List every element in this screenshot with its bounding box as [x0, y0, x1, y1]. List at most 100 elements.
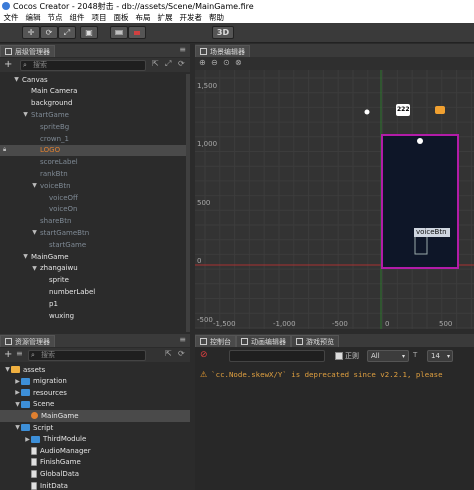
- asset-item[interactable]: ▼ Script: [0, 422, 190, 433]
- asset-label: ThirdModule: [43, 435, 87, 444]
- zoom-reset-icon[interactable]: ⊙: [223, 58, 230, 67]
- menu-help[interactable]: 帮助: [206, 12, 228, 23]
- menu-developer[interactable]: 开发者: [176, 12, 206, 23]
- menu-edit[interactable]: 编辑: [22, 12, 44, 23]
- add-node-icon[interactable]: +: [4, 59, 12, 70]
- sort-icon[interactable]: ≡: [16, 349, 23, 358]
- tab-console[interactable]: 控制台: [195, 335, 236, 347]
- view-option-icon[interactable]: ⊗: [235, 58, 242, 67]
- asset-item[interactable]: ▼ assets: [0, 364, 190, 375]
- tab-animation[interactable]: 动画编辑器: [236, 335, 291, 347]
- hierarchy-search-input[interactable]: ⌕ 搜索: [20, 59, 146, 71]
- expand-arrow-icon[interactable]: ▼: [31, 265, 38, 272]
- tab-scene[interactable]: 场景编辑器: [195, 45, 250, 57]
- hierarchy-node[interactable]: ▼ startGameBtn: [0, 227, 186, 238]
- hierarchy-node[interactable]: ▼ voiceBtn: [0, 180, 186, 191]
- expand-arrow-icon[interactable]: ▶: [14, 378, 21, 385]
- logo-sprite: [417, 138, 423, 144]
- hierarchy-node[interactable]: ▼ MainGame: [0, 251, 186, 262]
- expand-arrow-icon[interactable]: ▼: [14, 401, 21, 408]
- move-tool-button[interactable]: ✛: [22, 26, 40, 39]
- expand-arrow-icon[interactable]: ▼: [31, 229, 38, 236]
- rect-tool-button[interactable]: ▣: [80, 26, 98, 39]
- tab-game-preview[interactable]: 游戏预览: [291, 335, 339, 347]
- hierarchy-scrollbar[interactable]: [186, 74, 190, 332]
- rotate-tool-button[interactable]: ⟳: [40, 26, 58, 39]
- expand-arrow-icon[interactable]: ▼: [14, 424, 21, 431]
- menu-panel[interactable]: 面板: [110, 12, 132, 23]
- expand-arrow-icon[interactable]: ▼: [4, 366, 11, 373]
- zoom-in-icon[interactable]: ⊕: [199, 58, 206, 67]
- locate-icon[interactable]: ⤢: [165, 59, 171, 69]
- collapse-icon[interactable]: ⇱: [152, 59, 159, 68]
- assets-menu-icon[interactable]: ≡: [179, 335, 186, 344]
- tab-hierarchy[interactable]: 层级管理器: [0, 45, 55, 57]
- menu-layout[interactable]: 布局: [132, 12, 154, 23]
- menu-file[interactable]: 文件: [0, 12, 22, 23]
- panel-menu-icon[interactable]: ≡: [179, 45, 186, 54]
- hierarchy-node-label: voiceBtn: [40, 181, 71, 190]
- asset-item[interactable]: FinishGame: [0, 457, 190, 468]
- hierarchy-node[interactable]: rankBtn: [0, 168, 186, 179]
- hierarchy-node[interactable]: shareBtn: [0, 216, 186, 227]
- expand-arrow-icon[interactable]: ▼: [22, 253, 29, 260]
- asset-item[interactable]: MainGame: [0, 410, 190, 422]
- hierarchy-node[interactable]: numberLabel: [0, 286, 186, 297]
- asset-item[interactable]: ▼ Scene: [0, 399, 190, 410]
- 3d-mode-button[interactable]: 3D: [212, 26, 234, 39]
- hierarchy-node[interactable]: Main Camera: [0, 86, 186, 97]
- hierarchy-node-label: crown_1: [40, 134, 69, 143]
- asset-item[interactable]: AudioManager: [0, 445, 190, 456]
- menu-node[interactable]: 节点: [44, 12, 66, 23]
- asset-item[interactable]: GlobalData: [0, 468, 190, 479]
- scene-viewport[interactable]: 222 voiceBtn 1,500 1,000 500 0 -500 -1,5…: [195, 70, 474, 329]
- console-filter-input[interactable]: [229, 350, 325, 362]
- hierarchy-node[interactable]: startGame: [0, 239, 186, 250]
- expand-arrow-icon[interactable]: ▶: [24, 436, 31, 443]
- expand-arrow-icon[interactable]: ▼: [31, 182, 38, 189]
- regex-checkbox[interactable]: [335, 352, 343, 360]
- add-asset-icon[interactable]: +: [4, 349, 12, 360]
- menu-extension[interactable]: 扩展: [154, 12, 176, 23]
- hierarchy-node[interactable]: voiceOff: [0, 192, 186, 203]
- console-message-row[interactable]: ⚠ `cc.Node.skewX/Y` is deprecated since …: [195, 367, 474, 381]
- scale-tool-button[interactable]: ⤢: [58, 26, 76, 39]
- hierarchy-node[interactable]: background: [0, 98, 186, 109]
- log-level-select[interactable]: All ▾: [367, 350, 409, 362]
- hierarchy-node[interactable]: crown_1: [0, 133, 186, 144]
- hierarchy-node[interactable]: scoreLabel: [0, 157, 186, 168]
- hierarchy-node[interactable]: voiceOn: [0, 204, 186, 215]
- hierarchy-node[interactable]: sprite: [0, 275, 186, 286]
- font-size-select[interactable]: 14 ▾: [427, 350, 453, 362]
- hierarchy-node[interactable]: wuxing: [0, 310, 186, 321]
- lock-icon[interactable]: 🔒︎: [3, 146, 6, 154]
- hierarchy-node[interactable]: ▼ Canvas: [0, 74, 186, 85]
- cocos-app-icon: [2, 2, 10, 10]
- menu-component[interactable]: 组件: [66, 12, 88, 23]
- hierarchy-panel-header: 层级管理器 ≡: [0, 44, 190, 57]
- tab-assets[interactable]: 资源管理器: [0, 335, 55, 347]
- local-space-button[interactable]: [110, 26, 128, 39]
- zoom-out-icon[interactable]: ⊖: [211, 58, 218, 67]
- asset-item[interactable]: InitData: [0, 480, 190, 490]
- canvas-frame[interactable]: [381, 134, 459, 269]
- asset-item[interactable]: ▶ migration: [0, 376, 190, 387]
- assets-refresh-icon[interactable]: ⟳: [178, 349, 185, 358]
- hierarchy-node[interactable]: ▼ zhangaiwu: [0, 263, 186, 274]
- hierarchy-node[interactable]: 🔒︎ LOGO: [0, 144, 186, 156]
- asset-item[interactable]: ▶ resources: [0, 387, 190, 398]
- hierarchy-node[interactable]: spriteBg: [0, 121, 186, 132]
- clear-console-icon[interactable]: ⊘: [200, 350, 208, 360]
- pivot-button[interactable]: [128, 26, 146, 39]
- expand-arrow-icon[interactable]: ▶: [14, 389, 21, 396]
- hierarchy-node[interactable]: ▼ StartGame: [0, 109, 186, 120]
- assets-search-input[interactable]: ⌕ 搜索: [28, 349, 146, 361]
- expand-arrow-icon[interactable]: ▼: [13, 76, 20, 83]
- hierarchy-search-row: + ⌕ 搜索 ⇱ ⤢ ⟳: [0, 58, 190, 72]
- hierarchy-node[interactable]: p1: [0, 298, 186, 309]
- refresh-icon[interactable]: ⟳: [178, 59, 185, 68]
- menu-project[interactable]: 项目: [88, 12, 110, 23]
- asset-item[interactable]: ▶ ThirdModule: [0, 434, 190, 445]
- assets-collapse-icon[interactable]: ⇱: [165, 349, 172, 358]
- expand-arrow-icon[interactable]: ▼: [22, 111, 29, 118]
